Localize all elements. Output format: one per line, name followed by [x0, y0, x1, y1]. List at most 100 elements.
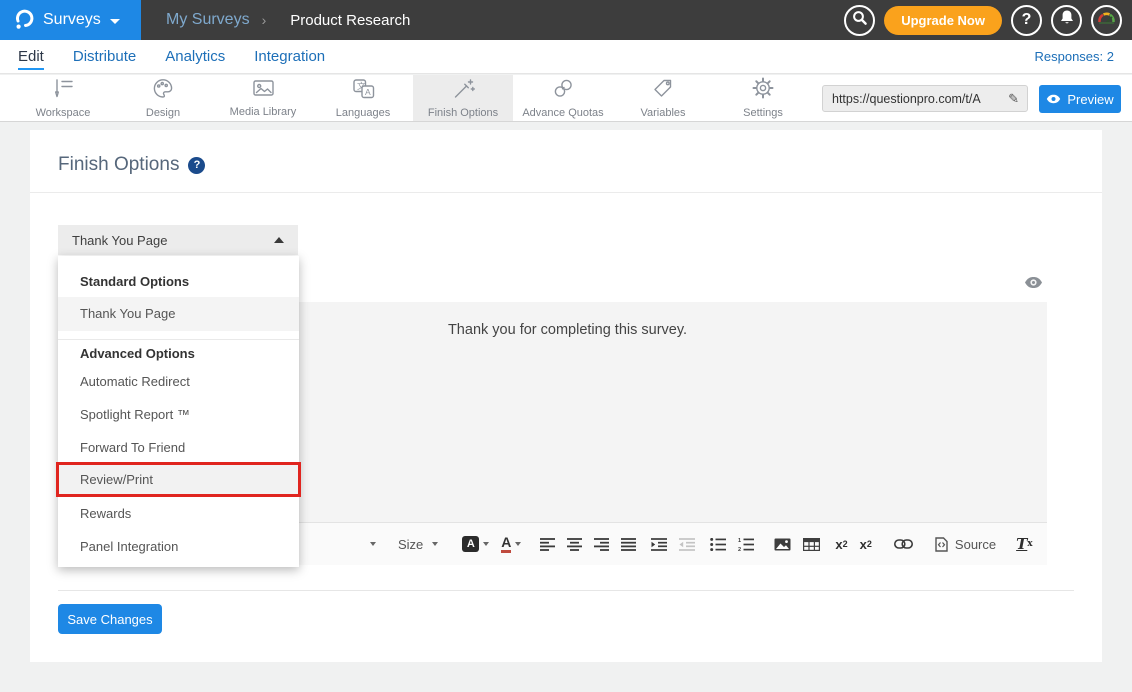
dropdown-item-automatic-redirect[interactable]: Automatic Redirect	[58, 365, 299, 398]
chevron-up-icon	[274, 237, 284, 243]
dropdown-item-panel-integration[interactable]: Panel Integration	[58, 530, 299, 563]
help-button[interactable]: ?	[1011, 5, 1042, 36]
breadcrumb: My Surveys › Product Research	[166, 0, 410, 40]
breadcrumb-current: Product Research	[290, 12, 410, 29]
dropdown-item-spotlight-report[interactable]: Spotlight Report ™	[58, 398, 299, 431]
dropdown-group-header: Standard Options	[80, 274, 189, 289]
preview-button[interactable]: Preview	[1039, 85, 1121, 113]
align-left-button[interactable]	[540, 538, 555, 551]
toolbar-item-languages[interactable]: 文 A Languages	[313, 75, 413, 121]
toolbar-item-design[interactable]: Design	[113, 75, 213, 121]
justify-button[interactable]	[621, 538, 636, 551]
source-label: Source	[955, 537, 996, 552]
toolbar-item-media-library[interactable]: Media Library	[213, 75, 313, 121]
numbered-list-icon: 1 2	[738, 538, 754, 551]
bulleted-list-button[interactable]	[710, 538, 726, 551]
font-size-dropdown[interactable]: Size	[398, 537, 438, 552]
source-button[interactable]: Source	[935, 537, 996, 552]
image-icon	[252, 78, 275, 103]
insert-table-icon	[803, 538, 820, 551]
indent-icon	[651, 538, 667, 551]
align-right-icon	[594, 538, 609, 551]
dropdown-item-rewards[interactable]: Rewards	[58, 497, 299, 530]
outdent-button[interactable]	[679, 538, 695, 551]
font-dropdown-caret-icon[interactable]	[370, 542, 376, 546]
text-color-button[interactable]: A	[501, 535, 521, 553]
toolbar-item-label: Settings	[743, 107, 783, 119]
bell-icon	[1059, 9, 1075, 31]
eye-icon	[1046, 92, 1061, 107]
chain-links-icon	[552, 78, 574, 104]
finish-option-select[interactable]: Thank You Page	[58, 225, 298, 255]
save-changes-button[interactable]: Save Changes	[58, 604, 162, 634]
search-icon	[852, 10, 868, 31]
tab-edit[interactable]: Edit	[18, 48, 44, 65]
preview-label: Preview	[1067, 92, 1113, 107]
toolbar-item-workspace[interactable]: Workspace	[13, 75, 113, 121]
help-badge-icon[interactable]: ?	[188, 157, 205, 174]
insert-link-button[interactable]	[894, 539, 913, 549]
toolbar-item-label: Workspace	[36, 107, 91, 119]
toolbar-item-variables[interactable]: Variables	[613, 75, 713, 121]
usage-meter-button[interactable]	[1091, 5, 1122, 36]
justify-icon	[621, 538, 636, 551]
dropdown-item-thank-you-page[interactable]: Thank You Page	[58, 297, 299, 331]
toolbar-item-label: Variables	[640, 107, 685, 119]
toolbar-item-finish-options[interactable]: Finish Options	[413, 75, 513, 121]
background-color-button[interactable]: A	[462, 536, 489, 552]
chevron-down-icon	[110, 19, 120, 24]
svg-text:2: 2	[738, 547, 741, 551]
finish-option-dropdown: Standard Options Thank You Page Advanced…	[58, 256, 299, 567]
chevron-down-icon	[432, 542, 438, 546]
tab-analytics[interactable]: Analytics	[165, 48, 225, 65]
numbered-list-button[interactable]: 1 2	[738, 538, 754, 551]
bulleted-list-icon	[710, 538, 726, 551]
topbar-actions: Upgrade Now ?	[844, 0, 1122, 40]
superscript-button[interactable]: x2	[860, 537, 872, 552]
breadcrumb-my-surveys[interactable]: My Surveys	[166, 11, 250, 29]
remove-format-button[interactable]: Tx	[1016, 535, 1033, 553]
workspace-icon	[51, 78, 75, 104]
insert-image-button[interactable]	[774, 538, 791, 551]
responses-count[interactable]: Responses: 2	[1035, 49, 1115, 64]
toolbar-item-label: Advance Quotas	[522, 107, 603, 119]
toolbar-item-label: Media Library	[230, 106, 297, 118]
search-button[interactable]	[844, 5, 875, 36]
align-center-icon	[567, 538, 582, 551]
divider	[30, 192, 1102, 193]
tag-icon	[652, 78, 674, 104]
outdent-icon	[679, 538, 695, 551]
chevron-down-icon	[483, 542, 489, 546]
chevron-down-icon	[515, 542, 521, 546]
dropdown-item-review-print[interactable]: Review/Print	[56, 462, 301, 497]
visibility-eye-icon[interactable]	[1024, 276, 1043, 294]
survey-url-input[interactable]	[823, 92, 1004, 106]
text-color-icon: A	[501, 535, 511, 553]
gauge-icon	[1097, 10, 1116, 30]
subscript-button[interactable]: x2	[835, 537, 847, 552]
font-size-label: Size	[398, 537, 423, 552]
survey-url-box: ✎	[822, 85, 1028, 112]
finish-options-panel: Finish Options ? Thank You Page Standard…	[30, 130, 1102, 662]
upgrade-now-button[interactable]: Upgrade Now	[884, 6, 1002, 35]
align-center-button[interactable]	[567, 538, 582, 551]
indent-button[interactable]	[651, 538, 667, 551]
divider	[58, 590, 1074, 591]
toolbar-item-advance-quotas[interactable]: Advance Quotas	[513, 75, 613, 121]
toolbar-item-settings[interactable]: Settings	[713, 75, 813, 121]
insert-table-button[interactable]	[803, 538, 820, 551]
divider	[58, 339, 299, 340]
tab-distribute[interactable]: Distribute	[73, 48, 136, 65]
edit-url-icon[interactable]: ✎	[1004, 91, 1027, 107]
product-switcher[interactable]: Surveys	[0, 0, 141, 40]
tab-integration[interactable]: Integration	[254, 48, 325, 65]
insert-image-icon	[774, 538, 791, 551]
notifications-button[interactable]	[1051, 5, 1082, 36]
page-title: Finish Options	[58, 154, 179, 176]
palette-icon	[152, 78, 174, 104]
product-name: Surveys	[43, 11, 101, 29]
translate-icon: 文 A	[352, 78, 375, 104]
align-right-button[interactable]	[594, 538, 609, 551]
dropdown-group-header: Advanced Options	[80, 346, 195, 361]
dropdown-item-forward-to-friend[interactable]: Forward To Friend	[58, 431, 299, 464]
